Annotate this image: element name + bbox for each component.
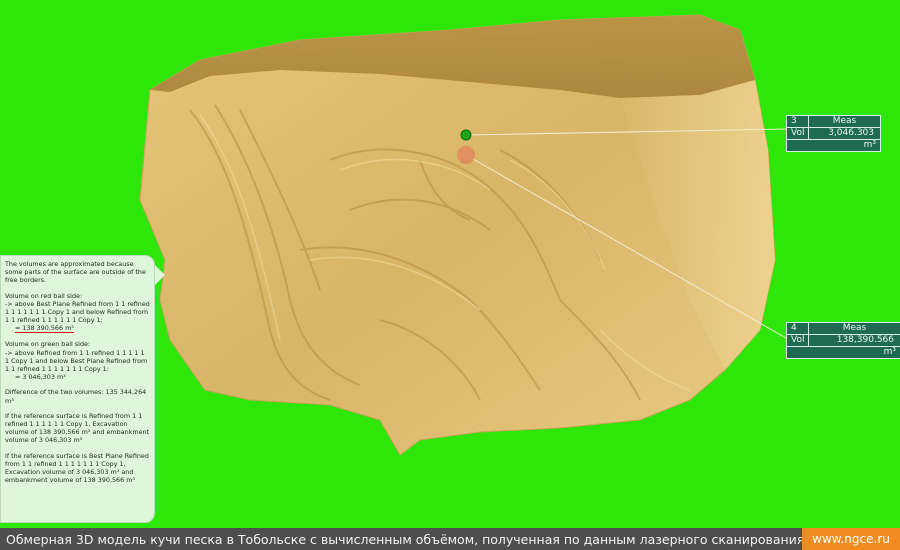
meas-value: 138,390.566 xyxy=(836,335,894,345)
approx-note: The volumes are approximated because som… xyxy=(5,260,146,285)
reference-case-1: If the reference surface is Refined from… xyxy=(5,411,150,445)
caption-bar: Обмерная 3D модель кучи песка в Тобольск… xyxy=(0,528,900,550)
meas-id: 3 xyxy=(787,116,809,127)
panel-collapse-handle[interactable] xyxy=(155,265,165,285)
green-side-heading: Volume on green ball side: xyxy=(5,340,91,349)
measurement-label-3[interactable]: 3 Meas Vol 3,046.303 m³ xyxy=(786,115,881,152)
green-side-description: -> above Refined from 1 1 refined 1 1 1 … xyxy=(5,348,148,374)
red-side-heading: Volume on red ball side: xyxy=(5,291,83,300)
meas-key: Vol xyxy=(787,335,809,346)
meas-key: Vol xyxy=(787,128,809,139)
green-ball-marker xyxy=(460,129,472,141)
caption-text: Обмерная 3D модель кучи песка в Тобольск… xyxy=(6,531,802,547)
red-side-description: -> above Best Plane Refined from 1 1 ref… xyxy=(5,299,150,325)
3d-viewport[interactable]: 3 Meas Vol 3,046.303 m³ 4 Meas Vol 138,390.5… xyxy=(0,0,900,528)
red-side-volume: = 138 390,566 m³ xyxy=(15,324,74,334)
green-side-volume: = 3 046,303 m³ xyxy=(15,373,66,382)
reference-case-2: If the reference surface is Best Plane R… xyxy=(5,451,149,485)
meas-unit: m³ xyxy=(883,347,896,357)
volume-info-panel: The volumes are approximated because som… xyxy=(0,255,155,523)
measurement-label-4[interactable]: 4 Meas Vol 138,390.566 m³ xyxy=(786,322,900,359)
volume-difference: Difference of the two volumes: 135 344,2… xyxy=(5,388,147,405)
red-ball-marker xyxy=(457,146,475,164)
meas-value: 3,046.303 xyxy=(828,128,874,138)
brand-link[interactable]: www.ngce.ru xyxy=(802,528,900,550)
meas-title: Meas xyxy=(842,323,867,333)
meas-id: 4 xyxy=(787,323,809,334)
meas-unit: m³ xyxy=(863,140,876,150)
meas-title: Meas xyxy=(832,116,857,126)
